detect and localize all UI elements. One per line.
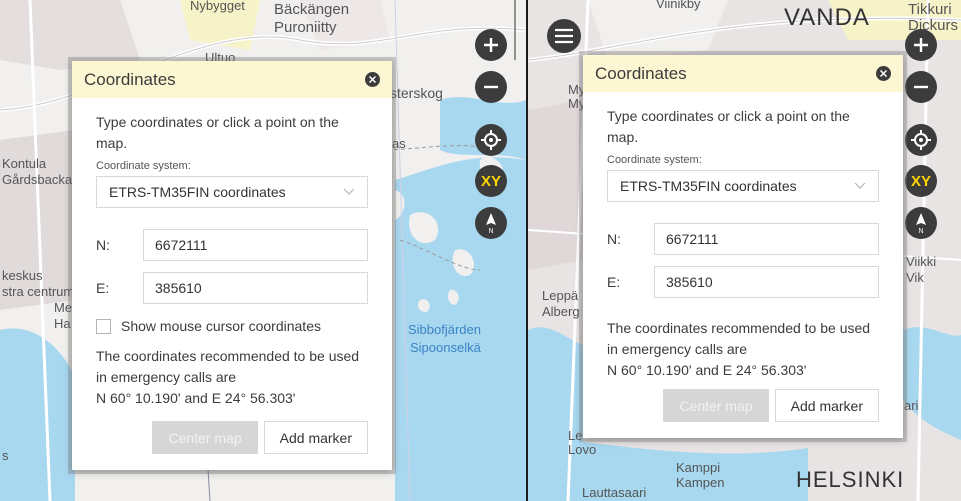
close-button[interactable] xyxy=(365,72,380,87)
close-icon xyxy=(369,76,376,83)
map-label-vik: Vik xyxy=(906,270,924,285)
map-label-alberg: Alberg xyxy=(542,304,580,319)
show-cursor-checkbox[interactable] xyxy=(96,318,111,334)
map-label-kamppi: Kamppi xyxy=(676,460,721,475)
info-line-1: The coordinates recommended to be used xyxy=(96,348,360,364)
zoom-out-button-right[interactable] xyxy=(905,71,937,103)
zoom-out-button[interactable] xyxy=(475,71,507,103)
e-coordinate-input[interactable]: 385610 xyxy=(654,266,879,298)
coordinate-system-label: Coordinate system: xyxy=(96,160,191,172)
e-coordinate-input[interactable]: 385610 xyxy=(143,272,368,304)
plus-icon xyxy=(914,38,928,52)
minus-icon xyxy=(484,85,498,89)
main-menu-button[interactable] xyxy=(547,19,581,53)
add-marker-button[interactable]: Add marker xyxy=(263,421,368,454)
coordinate-system-label: Coordinate system: xyxy=(607,154,702,166)
map-label-as: as xyxy=(392,136,406,151)
info-line-1: The coordinates recommended to be used xyxy=(607,320,871,336)
map-label-lauttasaari: Lauttasaari xyxy=(582,485,647,500)
map-label-tikkuri: Tikkuri xyxy=(908,1,952,18)
map-label-lovo: Lovo xyxy=(568,442,597,457)
close-icon xyxy=(880,70,887,77)
compass-button-right[interactable]: N xyxy=(905,207,937,239)
coordinate-system-value: ETRS-TM35FIN coordinates xyxy=(620,178,797,194)
add-marker-button[interactable]: Add marker xyxy=(774,389,879,422)
center-map-button[interactable]: Center map xyxy=(152,421,258,454)
map-label-gardsbacka: Gårdsbacka xyxy=(2,172,73,187)
map-label-ha: Ha xyxy=(54,316,71,331)
n-label: N: xyxy=(96,237,110,253)
dialog-intro: Type coordinates or click a point on the… xyxy=(607,108,850,145)
xy-icon: XY xyxy=(910,172,931,190)
show-cursor-row: Show mouse cursor coordinates xyxy=(96,318,368,334)
map-label-sipoonselka: Sipoonselkä xyxy=(410,340,481,355)
north-arrow-icon: N xyxy=(916,213,926,234)
map-label-kontula: Kontula xyxy=(2,156,47,171)
emergency-info: The coordinates recommended to be used i… xyxy=(96,346,368,409)
info-line-2: in emergency calls are xyxy=(607,341,748,357)
plus-icon xyxy=(484,38,498,52)
close-button[interactable] xyxy=(876,66,891,81)
map-label-sterskog: sterskog xyxy=(390,85,443,101)
locate-button-right[interactable] xyxy=(905,124,937,156)
map-label-puroniitty: Puroniitty xyxy=(274,19,337,36)
coordinates-tool-button-right[interactable]: XY xyxy=(905,165,937,197)
dialog-intro: Type coordinates or click a point on the… xyxy=(96,114,339,151)
map-label-s: s xyxy=(2,448,9,463)
hamburger-menu-icon xyxy=(555,28,573,44)
n-coordinate-input[interactable]: 6672111 xyxy=(654,223,879,255)
minus-icon xyxy=(914,85,928,89)
zoom-in-button-right[interactable] xyxy=(905,29,937,61)
coordinates-dialog-right: Coordinates Type coordinates or click a … xyxy=(583,55,903,438)
compass-button[interactable]: N xyxy=(475,207,507,239)
map-label-viinikby: Viinikby xyxy=(656,0,701,11)
e-label: E: xyxy=(96,280,110,296)
e-label: E: xyxy=(607,274,621,290)
zoom-in-button[interactable] xyxy=(475,29,507,61)
crosshair-icon xyxy=(911,130,931,150)
center-map-button[interactable]: Center map xyxy=(663,389,769,422)
coordinate-system-select[interactable]: ETRS-TM35FIN coordinates xyxy=(96,176,368,208)
map-label-le: Le xyxy=(568,428,583,443)
map-label-viikki: Viikki xyxy=(906,254,937,269)
dialog-title: Coordinates xyxy=(595,63,687,83)
dialog-title: Coordinates xyxy=(84,69,176,89)
coordinates-tool-button[interactable]: XY xyxy=(475,165,507,197)
map-label-stra-centrum: stra centrum xyxy=(2,284,75,299)
n-label: N: xyxy=(607,231,621,247)
crosshair-icon xyxy=(481,130,501,150)
coordinates-dialog-left: Coordinates Type coordinates or click a … xyxy=(72,61,392,470)
map-label-helsinki: HELSINKI xyxy=(796,467,905,492)
map-pane-right[interactable]: Viinikby VANDA Tikkuri Dickurs My My Lep… xyxy=(528,0,961,501)
map-label-kampen: Kampen xyxy=(676,475,725,490)
show-cursor-label: Show mouse cursor coordinates xyxy=(121,318,321,334)
coordinate-system-value: ETRS-TM35FIN coordinates xyxy=(109,184,286,200)
map-label-leppa: Leppä xyxy=(542,288,579,303)
map-label-sibbofjarden: Sibbofjärden xyxy=(408,322,481,337)
dialog-header: Coordinates xyxy=(583,55,903,92)
north-letter: N xyxy=(918,228,923,234)
dialog-header: Coordinates xyxy=(72,61,392,98)
chevron-down-icon xyxy=(854,182,866,189)
info-line-2: in emergency calls are xyxy=(96,369,237,385)
map-pane-left[interactable]: Nybygget Bäckängen Puroniitty Ultuo ster… xyxy=(0,0,526,501)
north-arrow-icon: N xyxy=(486,213,496,234)
coordinate-system-select[interactable]: ETRS-TM35FIN coordinates xyxy=(607,170,879,202)
emergency-info: The coordinates recommended to be used i… xyxy=(607,318,879,381)
map-label-nybygget: Nybygget xyxy=(190,0,245,13)
info-line-3: N 60° 10.190' and E 24° 56.303' xyxy=(96,390,296,406)
info-line-3: N 60° 10.190' and E 24° 56.303' xyxy=(607,362,807,378)
map-label-me: Me xyxy=(54,300,73,315)
locate-button[interactable] xyxy=(475,124,507,156)
chevron-down-icon xyxy=(343,188,355,195)
map-label-keskus: keskus xyxy=(2,268,43,283)
north-letter: N xyxy=(488,228,493,234)
map-label-backangen: Bäckängen xyxy=(274,1,350,18)
xy-icon: XY xyxy=(480,172,501,190)
map-label-vanda: VANDA xyxy=(784,4,870,31)
map-label-ari: ari xyxy=(904,398,919,413)
n-coordinate-input[interactable]: 6672111 xyxy=(143,229,368,261)
